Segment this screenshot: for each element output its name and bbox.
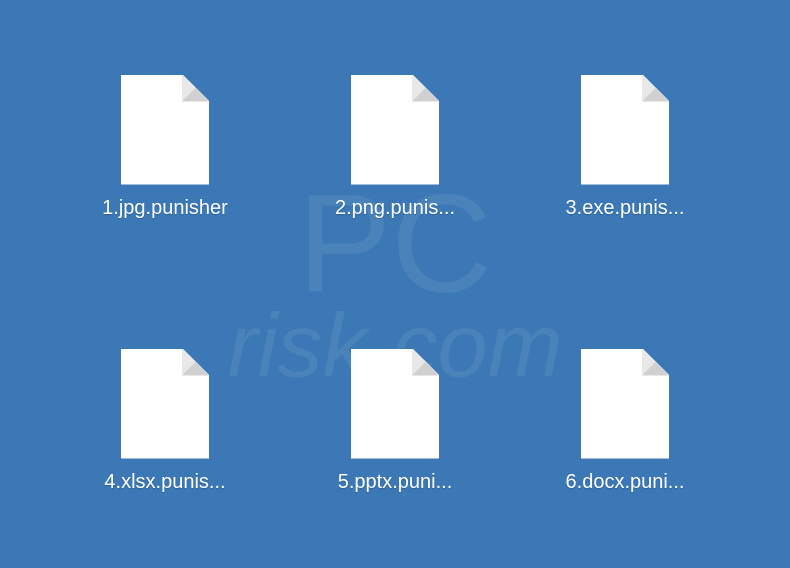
file-icon — [351, 75, 439, 185]
file-icon — [581, 75, 669, 185]
file-item[interactable]: 1.jpg.punisher — [65, 75, 265, 220]
file-label: 5.pptx.puni... — [338, 471, 453, 494]
file-item[interactable]: 4.xlsx.punis... — [65, 349, 265, 494]
file-icon — [581, 349, 669, 459]
file-icon — [121, 349, 209, 459]
file-label: 4.xlsx.punis... — [104, 471, 225, 494]
file-label: 2.png.punis... — [335, 197, 455, 220]
file-label: 6.docx.puni... — [566, 471, 685, 494]
file-item[interactable]: 5.pptx.puni... — [295, 349, 495, 494]
file-label: 1.jpg.punisher — [102, 197, 228, 220]
file-item[interactable]: 6.docx.puni... — [525, 349, 725, 494]
desktop-area[interactable]: 1.jpg.punisher 2.png.punis... 3.exe.puni… — [0, 0, 790, 568]
file-icon — [121, 75, 209, 185]
file-label: 3.exe.punis... — [566, 197, 685, 220]
file-item[interactable]: 2.png.punis... — [295, 75, 495, 220]
file-icon — [351, 349, 439, 459]
file-item[interactable]: 3.exe.punis... — [525, 75, 725, 220]
